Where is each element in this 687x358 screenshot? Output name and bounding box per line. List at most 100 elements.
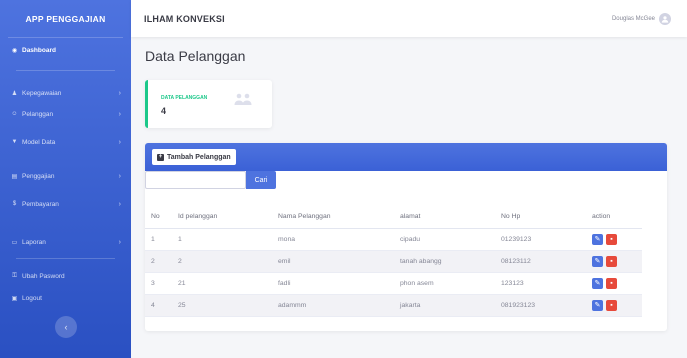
sidebar-item-pelanggan[interactable]: ☺ Pelanggan › bbox=[0, 104, 131, 124]
sidebar-item-pembayaran[interactable]: $ Pembayaran › bbox=[0, 194, 131, 214]
table-row: 3 21 fadli phon asem 123123 ✎ ▪ bbox=[145, 272, 642, 295]
delete-button[interactable]: ▪ bbox=[606, 277, 617, 289]
table-cell: 1 bbox=[145, 228, 172, 251]
sidebar-item-content: ◉ Dashboard bbox=[11, 47, 56, 54]
chevron-right-icon: › bbox=[118, 238, 121, 246]
sidebar-item-logout[interactable]: ▣ Logout bbox=[0, 288, 131, 308]
users-icon: ♟ bbox=[11, 90, 18, 97]
sidebar-item-content: ▤ Penggajian bbox=[11, 173, 55, 180]
table-cell: 2 bbox=[172, 250, 272, 273]
action-cell: ✎ ▪ bbox=[586, 228, 642, 251]
user-menu[interactable]: Douglas McGee bbox=[612, 12, 671, 25]
table-row: 4 25 adammm jakarta 081923123 ✎ ▪ bbox=[145, 294, 642, 317]
sidebar-divider bbox=[8, 37, 123, 38]
table-cell: 3 bbox=[145, 272, 172, 295]
column-header: action bbox=[586, 205, 642, 229]
chevron-right-icon: › bbox=[118, 89, 121, 97]
table-body: 1 1 mona cipadu 01239123 ✎ ▪ 2 2 emil tanah abangg… bbox=[145, 228, 642, 317]
avatar bbox=[659, 12, 671, 25]
edit-button[interactable]: ✎ bbox=[592, 255, 603, 267]
delete-button[interactable]: ▪ bbox=[606, 299, 617, 311]
search-button[interactable]: Cari bbox=[246, 171, 276, 189]
sidebar-divider bbox=[16, 258, 115, 259]
stat-label: DATA PELANGGAN bbox=[161, 95, 208, 101]
table-cell: adammm bbox=[272, 294, 394, 317]
sidebar-brand[interactable]: APP PENGGAJIAN bbox=[0, 0, 131, 37]
table-row: 2 2 emil tanah abangg 08123112 ✎ ▪ bbox=[145, 250, 642, 273]
panel-header: + Tambah Pelanggan bbox=[145, 143, 667, 171]
topbar: ILHAM KONVEKSI Douglas McGee bbox=[131, 0, 687, 37]
chevron-right-icon: › bbox=[118, 110, 121, 118]
sidebar-item-label: Pelanggan bbox=[22, 110, 54, 118]
table-row: 1 1 mona cipadu 01239123 ✎ ▪ bbox=[145, 228, 642, 251]
stat-value: 4 bbox=[161, 106, 167, 116]
customer-table: No Id pelanggan Nama Pelanggan alamat No Hp a… bbox=[145, 205, 642, 317]
row-actions: ✎ ▪ bbox=[592, 255, 642, 267]
action-cell: ✎ ▪ bbox=[586, 294, 642, 317]
plus-icon: + bbox=[157, 153, 164, 161]
table-cell: cipadu bbox=[394, 228, 495, 251]
table-cell: 1 bbox=[172, 228, 272, 251]
table-icon: ▤ bbox=[11, 173, 18, 180]
table-cell: 081923123 bbox=[495, 294, 586, 317]
sidebar-item-content: ⚿ Ubah Pasword bbox=[11, 272, 65, 280]
sidebar-item-label: Kepegawaian bbox=[22, 89, 62, 97]
add-customer-button[interactable]: + Tambah Pelanggan bbox=[152, 149, 236, 165]
sidebar-item-kepegawaian[interactable]: ♟ Kepegawaian › bbox=[0, 83, 131, 103]
table-cell: 08123112 bbox=[495, 250, 586, 273]
sidebar-divider bbox=[16, 70, 115, 71]
search-input[interactable] bbox=[145, 171, 246, 189]
table-cell: 4 bbox=[145, 294, 172, 317]
sidebar-item-laporan[interactable]: ▭ Laporan › bbox=[0, 232, 131, 252]
sidebar-item-ubah-pasword[interactable]: ⚿ Ubah Pasword bbox=[0, 266, 131, 286]
sidebar-toggle-button[interactable]: ‹ bbox=[55, 316, 77, 338]
sidebar-item-label: Pembayaran bbox=[22, 200, 59, 208]
avatar-icon bbox=[661, 15, 669, 23]
search-bar: Cari bbox=[145, 171, 276, 191]
customer-panel: + Tambah Pelanggan Cari No Id pelanggan Na… bbox=[145, 143, 667, 331]
table-cell: fadli bbox=[272, 272, 394, 295]
action-cell: ✎ ▪ bbox=[586, 272, 642, 295]
table-cell: phon asem bbox=[394, 272, 495, 295]
column-header: Id pelanggan bbox=[172, 205, 272, 229]
sidebar-item-dashboard[interactable]: ◉ Dashboard bbox=[0, 40, 131, 60]
sidebar-item-model-data[interactable]: ▼ Model Data › bbox=[0, 132, 131, 152]
key-icon: ⚿ bbox=[12, 272, 17, 279]
table-cell: 123123 bbox=[495, 272, 586, 295]
column-header: Nama Pelanggan bbox=[272, 205, 394, 229]
row-actions: ✎ ▪ bbox=[592, 233, 642, 245]
delete-button[interactable]: ▪ bbox=[606, 233, 617, 245]
table-cell: mona bbox=[272, 228, 394, 251]
app-title: ILHAM KONVEKSI bbox=[144, 13, 225, 24]
tachometer-icon: ◉ bbox=[11, 47, 18, 54]
chevron-right-icon: › bbox=[118, 200, 121, 208]
sidebar-item-content: ▼ Model Data bbox=[11, 138, 56, 146]
add-customer-label: Tambah Pelanggan bbox=[167, 153, 231, 161]
user-group-icon: ☺ bbox=[11, 111, 18, 117]
sidebar-item-content: ▭ Laporan bbox=[11, 239, 46, 246]
edit-button[interactable]: ✎ bbox=[592, 233, 603, 245]
sidebar-item-label: Logout bbox=[22, 294, 42, 302]
dollar-icon: $ bbox=[12, 201, 17, 207]
column-header: alamat bbox=[394, 205, 495, 229]
chevron-right-icon: › bbox=[118, 172, 121, 180]
sidebar-item-penggajian[interactable]: ▤ Penggajian › bbox=[0, 166, 131, 186]
table-cell: jakarta bbox=[394, 294, 495, 317]
column-header: No bbox=[145, 205, 172, 229]
delete-button[interactable]: ▪ bbox=[606, 255, 617, 267]
table-cell: 01239123 bbox=[495, 228, 586, 251]
table-header-row: No Id pelanggan Nama Pelanggan alamat No Hp a… bbox=[145, 205, 642, 229]
users-icon bbox=[234, 93, 252, 105]
sidebar: APP PENGGAJIAN ◉ Dashboard ♟ Kepegawaian › ☺ P… bbox=[0, 0, 131, 358]
sidebar-item-label: Ubah Pasword bbox=[22, 272, 65, 280]
sidebar-item-label: Model Data bbox=[22, 138, 56, 146]
sidebar-item-content: ♟ Kepegawaian bbox=[11, 89, 62, 97]
sidebar-item-label: Dashboard bbox=[22, 46, 56, 54]
filter-icon: ▼ bbox=[11, 139, 18, 145]
page-title: Data Pelanggan bbox=[145, 48, 246, 64]
edit-button[interactable]: ✎ bbox=[592, 277, 603, 289]
logout-icon: ▣ bbox=[11, 295, 18, 302]
edit-button[interactable]: ✎ bbox=[592, 299, 603, 311]
file-icon: ▭ bbox=[11, 239, 18, 246]
stat-card: DATA PELANGGAN 4 bbox=[145, 80, 272, 128]
